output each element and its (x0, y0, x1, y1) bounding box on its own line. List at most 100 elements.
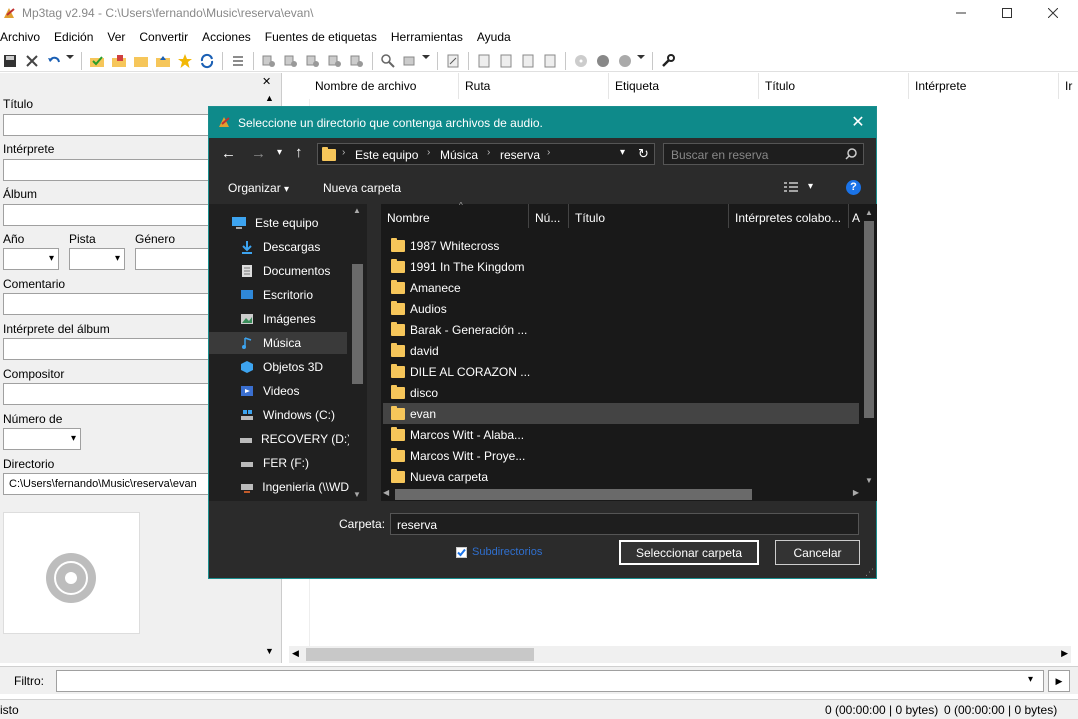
folder-up-button[interactable] (153, 51, 173, 71)
export-button[interactable] (474, 51, 494, 71)
maximize-button[interactable] (984, 0, 1030, 26)
playlist-button[interactable] (496, 51, 516, 71)
folder-row[interactable]: 1991 In The Kingdom (383, 256, 859, 277)
select-all-button[interactable] (228, 51, 248, 71)
subdirs-label[interactable]: Subdirectorios (472, 546, 542, 558)
menu-ayuda[interactable]: Ayuda (477, 28, 518, 48)
file-list-hscrollbar[interactable]: ◀ ▶ (289, 646, 1071, 663)
column-titulo[interactable]: Título (569, 204, 729, 228)
add-directory-button[interactable] (109, 51, 129, 71)
column-ir[interactable]: Ir (1059, 73, 1078, 99)
nav-descargas[interactable]: Descargas (209, 236, 349, 258)
nav-este-equipo[interactable]: Este equipo (209, 212, 349, 234)
menu-acciones[interactable]: Acciones (202, 28, 258, 48)
refresh-icon[interactable]: ↻ (638, 146, 649, 162)
export-csv-button[interactable] (540, 51, 560, 71)
tag-to-tag-button[interactable] (347, 51, 367, 71)
new-folder-button[interactable]: Nueva carpeta (323, 181, 401, 195)
pista-combo[interactable]: ▾ (69, 248, 125, 270)
nav-windows-c[interactable]: Windows (C:) (209, 404, 349, 426)
column-nombre[interactable]: Nombre (381, 204, 529, 228)
minimize-button[interactable] (938, 0, 984, 26)
save-button[interactable] (0, 51, 20, 71)
favorites-button[interactable] (175, 51, 195, 71)
folder-list-vscrollbar[interactable]: ▲ ▼ (861, 204, 877, 487)
filter-go-button[interactable]: ▶ (1048, 670, 1070, 692)
address-bar[interactable]: › Este equipo › Música › reserva › ▾ ↻ (317, 143, 655, 165)
actions-button[interactable] (378, 51, 398, 71)
menu-archivo[interactable]: Archivo (0, 28, 47, 48)
nav-fer-f[interactable]: FER (F:) (209, 452, 349, 474)
folder-row[interactable]: DILE AL CORAZON ... (383, 361, 859, 382)
nav-videos[interactable]: Videos (209, 380, 349, 402)
menu-edicion[interactable]: Edición (54, 28, 100, 48)
scroll-thumb[interactable] (395, 489, 752, 500)
nav-documentos[interactable]: Documentos (209, 260, 349, 282)
column-ruta[interactable]: Ruta (459, 73, 609, 99)
breadcrumb-reserva[interactable]: reserva (500, 148, 540, 162)
breadcrumb-musica[interactable]: Música (440, 148, 478, 162)
column-numero[interactable]: Nú... (529, 204, 569, 228)
back-button[interactable]: ← (221, 145, 236, 162)
edit-button[interactable] (443, 51, 463, 71)
close-panel-icon[interactable]: ✕ (262, 75, 271, 88)
undo-dropdown[interactable] (66, 51, 76, 71)
freedb-button[interactable] (571, 51, 591, 71)
folder-input[interactable]: reserva (390, 513, 859, 535)
menu-herramientas[interactable]: Herramientas (391, 28, 470, 48)
folder-row[interactable]: disco (383, 382, 859, 403)
breadcrumb-este-equipo[interactable]: Este equipo (355, 148, 418, 162)
chevron-down-icon[interactable]: ▾ (1028, 674, 1033, 685)
folder-row[interactable]: Nueva carpeta (383, 466, 859, 487)
column-titulo[interactable]: Título (759, 73, 909, 99)
folder-row[interactable]: Marcos Witt - Alaba... (383, 424, 859, 445)
folder-row[interactable]: Barak - Generación ... (383, 319, 859, 340)
folder-row[interactable]: Audios (383, 298, 859, 319)
dialog-close-button[interactable]: ✕ (846, 112, 870, 132)
scroll-thumb[interactable] (864, 221, 874, 418)
recent-locations-button[interactable]: ▾ (277, 147, 282, 158)
folder-row[interactable]: david (383, 340, 859, 361)
chevron-down-icon[interactable]: ▾ (620, 147, 625, 158)
column-album[interactable]: A (849, 204, 861, 228)
folder-list-hscrollbar[interactable]: ◀ ▶ (381, 487, 861, 501)
folder-row[interactable]: Marcos Witt - Proye... (383, 445, 859, 466)
undo-button[interactable] (44, 51, 64, 71)
nav-ingenieria[interactable]: Ingenieria (\\WD (209, 476, 349, 498)
open-directory-button[interactable] (87, 51, 107, 71)
organize-button[interactable]: Organizar ▾ (228, 181, 289, 195)
sources-dropdown[interactable] (637, 51, 647, 71)
tag-to-filename-button[interactable] (259, 51, 279, 71)
folder-row-selected[interactable]: evan (383, 403, 859, 424)
cover-art[interactable] (3, 512, 140, 634)
nav-recovery-d[interactable]: RECOVERY (D:) (209, 428, 349, 450)
open-folder-button[interactable] (131, 51, 151, 71)
remove-tag-button[interactable] (22, 51, 42, 71)
up-button[interactable]: ↑ (295, 144, 303, 161)
view-options-icon[interactable] (783, 181, 799, 193)
menu-fuentes[interactable]: Fuentes de etiquetas (265, 28, 384, 48)
nav-musica[interactable]: Música (209, 332, 347, 354)
nav-escritorio[interactable]: Escritorio (209, 284, 349, 306)
scroll-thumb[interactable] (352, 264, 363, 384)
actions-dropdown[interactable] (422, 51, 432, 71)
scroll-thumb[interactable] (306, 648, 534, 661)
text-to-tag-button[interactable] (325, 51, 345, 71)
export-html-button[interactable] (518, 51, 538, 71)
menu-convertir[interactable]: Convertir (139, 28, 195, 48)
cancel-button[interactable]: Cancelar (775, 540, 860, 565)
forward-button[interactable]: → (251, 145, 266, 162)
close-window-button[interactable] (1030, 0, 1076, 26)
numero-combo[interactable]: ▾ (3, 428, 81, 450)
filename-to-filename-button[interactable] (303, 51, 323, 71)
chevron-down-icon[interactable]: ▾ (808, 181, 813, 192)
web-sources-button[interactable] (593, 51, 613, 71)
quick-actions-button[interactable] (400, 51, 420, 71)
filename-to-tag-button[interactable] (281, 51, 301, 71)
refresh-button[interactable] (197, 51, 217, 71)
nav-imagenes[interactable]: Imágenes (209, 308, 349, 330)
folder-row[interactable]: 1987 Whitecross (383, 235, 859, 256)
options-button[interactable] (658, 51, 678, 71)
column-interpretes-colaboradores[interactable]: Intérpretes colabo... (729, 204, 849, 228)
column-nombre-archivo[interactable]: Nombre de archivo (289, 73, 459, 99)
